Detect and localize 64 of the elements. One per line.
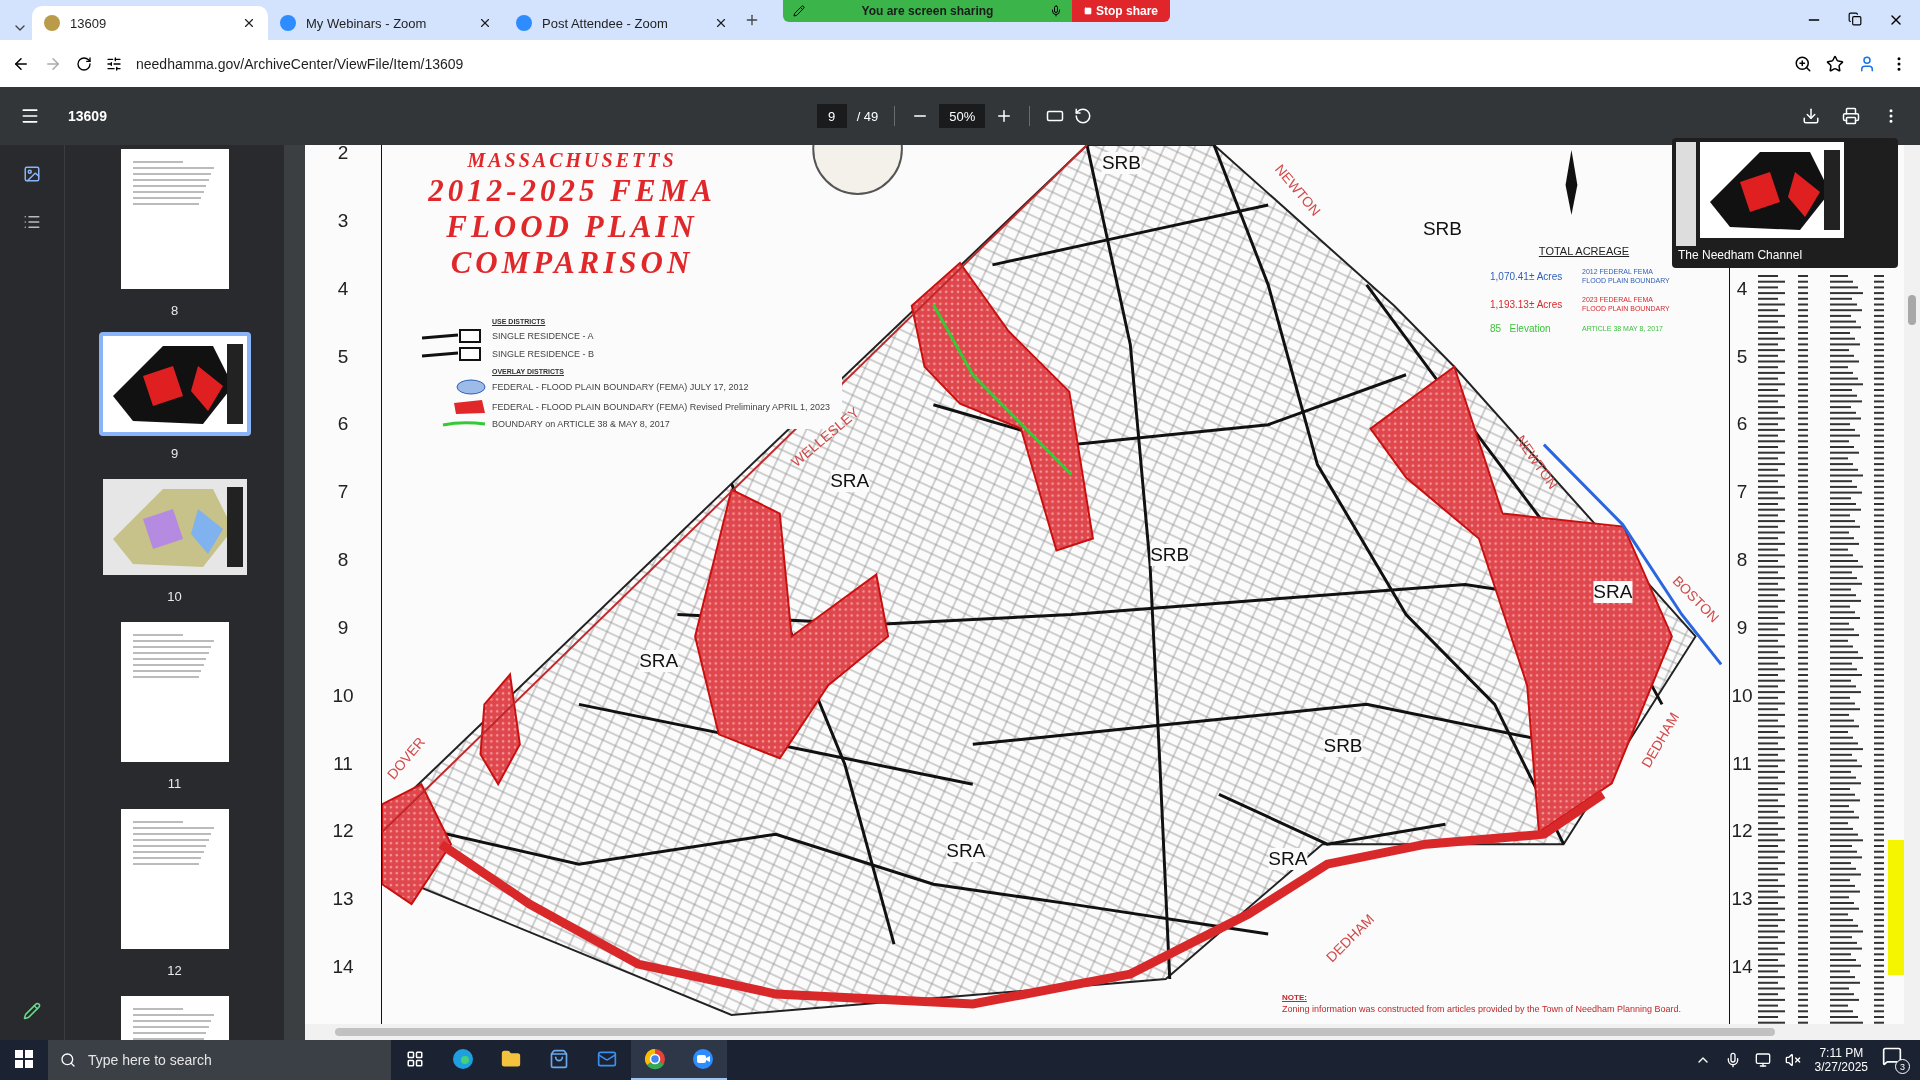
grid-row-number: 6 [1736, 413, 1748, 436]
page-number: 11 [167, 776, 182, 791]
note-text: Zoning information was constructed from articles provided by the Town of Needham Planning Board. [1282, 1004, 1683, 1014]
map-title: FLOOD PLAIN [446, 210, 698, 244]
legend-text: FEDERAL - FLOOD PLAIN BOUNDARY (FEMA) JULY 17, 2012 [492, 382, 750, 392]
legend-text: SINGLE RESIDENCE - A [492, 331, 595, 341]
map-title: 2012-2025 FEMA [428, 174, 716, 208]
acreage-value: 1,070.41± Acres [1490, 270, 1564, 282]
acreage-value: 1,193.13± Acres [1490, 298, 1564, 310]
grid-row-number: 7 [337, 481, 349, 504]
grid-row-number: 14 [332, 956, 354, 979]
search-field[interactable]: Type here to search [86, 1051, 379, 1069]
grid-row-number: 10 [332, 684, 354, 707]
grid-row-number: 2 [337, 145, 349, 164]
zoom-field[interactable]: 50% [939, 104, 986, 128]
grid-row-number: 12 [1731, 820, 1753, 843]
grid-row-number: 3 [337, 209, 349, 232]
page-number: 8 [170, 303, 179, 318]
grid-row-number: 4 [337, 277, 349, 300]
grid-row-number: 9 [337, 616, 349, 639]
map-subtitle: MASSACHUSETTS [467, 149, 677, 172]
note-heading: NOTE: [1282, 993, 1308, 1002]
district-label: SRB [1150, 543, 1190, 566]
district-label: SRB [1101, 151, 1141, 174]
grid-row-number: 8 [1736, 549, 1748, 572]
taskbar-search-bar[interactable]: Type here to search [48, 1040, 391, 1080]
share-status-text: You are screen sharing [861, 4, 994, 18]
grid-row-number: 10 [1731, 684, 1753, 707]
clock[interactable]: 7:11 PM 3/27/2025 [1814, 1046, 1868, 1074]
page-number: 9 [170, 446, 179, 461]
stop-share-button[interactable]: Stop share [1072, 0, 1170, 22]
grid-row-number: 13 [1731, 888, 1753, 911]
document-title: 13609 [68, 108, 107, 124]
district-label: SRA [830, 469, 870, 492]
map-title: COMPARISON [450, 246, 694, 280]
grid-row-number: 13 [332, 888, 354, 911]
browser-tab[interactable]: 13609 [32, 6, 268, 40]
district-label: SRA [639, 650, 679, 673]
grid-row-number: 9 [1736, 616, 1748, 639]
district-label: SRA [1593, 581, 1633, 604]
page-count: / 49 [856, 108, 879, 124]
grid-row-number: 8 [337, 549, 349, 572]
video-caption: The Needham Channel [1677, 247, 1804, 264]
grid-row-number: 5 [1736, 345, 1748, 368]
page-number: 10 [167, 589, 182, 604]
grid-row-number: 14 [1731, 956, 1753, 979]
browser-tab[interactable]: Post Attendee - Zoom [504, 6, 740, 40]
page-number: 12 [167, 963, 182, 978]
browser-tab[interactable]: My Webinars - Zoom [268, 6, 504, 40]
district-label: SRA [946, 840, 986, 863]
grid-row-number: 4 [1736, 277, 1748, 300]
legend-text: SINGLE RESIDENCE - B [492, 349, 596, 359]
grid-row-number: 5 [337, 345, 349, 368]
notification-button[interactable]: 3 [1882, 1046, 1910, 1074]
acreage-heading: TOTAL ACREAGE [1538, 245, 1630, 257]
grid-row-number: 11 [333, 752, 353, 775]
page-number-field[interactable]: 9 [816, 104, 847, 128]
acreage-value: 85 Elevation [1490, 323, 1552, 334]
grid-row-number: 7 [1736, 481, 1748, 504]
district-label: SRA [1268, 848, 1308, 871]
grid-row-number: 12 [332, 820, 354, 843]
district-label: SRB [1323, 735, 1363, 758]
grid-row-number: 11 [1732, 752, 1752, 775]
grid-row-number: 6 [337, 413, 349, 436]
